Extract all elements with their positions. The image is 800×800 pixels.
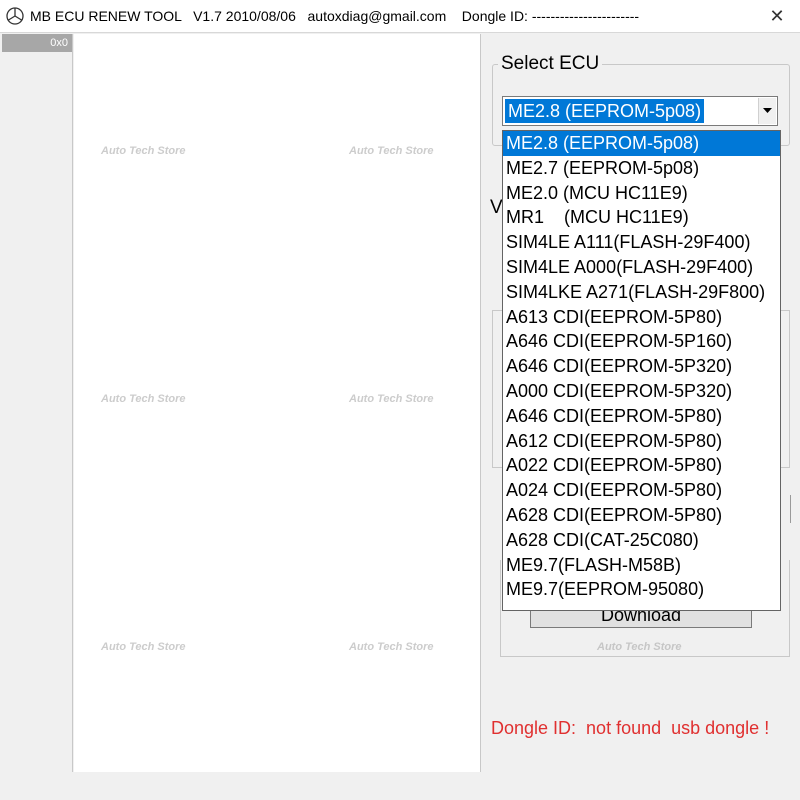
mercedes-star-icon — [6, 7, 24, 25]
ecu-option[interactable]: A000 CDI(EEPROM-5P320) — [503, 379, 780, 404]
ecu-option[interactable]: SIM4LE A000(FLASH-29F400) — [503, 255, 780, 280]
ecu-option[interactable]: A646 CDI(EEPROM-5P160) — [503, 329, 780, 354]
address-column: 0x0 — [2, 34, 73, 772]
ecu-option[interactable]: A612 CDI(EEPROM-5P80) — [503, 429, 780, 454]
ecu-option[interactable]: A628 CDI(EEPROM-5P80) — [503, 503, 780, 528]
side-control-edge — [780, 495, 791, 523]
dongle-status: Dongle ID: not found usb dongle ! — [491, 718, 770, 738]
ecu-option[interactable]: SIM4LKE A271(FLASH-29F800) — [503, 280, 780, 305]
watermark: Auto Tech Store — [349, 145, 434, 157]
ecu-option[interactable]: A646 CDI(EEPROM-5P80) — [503, 404, 780, 429]
close-icon: ✕ — [769, 5, 785, 26]
ecu-option[interactable]: ME2.8 (EEPROM-5p08) — [503, 131, 780, 156]
ecu-option[interactable]: ME2.0 (MCU HC11E9) — [503, 181, 780, 206]
ecu-option[interactable]: A628 CDI(CAT-25C080) — [503, 528, 780, 553]
ecu-option[interactable]: MR1 (MCU HC11E9) — [503, 205, 780, 230]
ecu-option[interactable]: ME9.7(FLASH-M58B) — [503, 553, 780, 578]
watermark: Auto Tech Store — [101, 641, 186, 653]
watermark: Auto Tech Store — [349, 641, 434, 653]
ecu-option[interactable]: A613 CDI(EEPROM-5P80) — [503, 305, 780, 330]
close-button[interactable]: ✕ — [754, 0, 800, 32]
chevron-down-icon[interactable] — [758, 98, 776, 124]
ecu-select[interactable]: ME2.8 (EEPROM-5p08) — [502, 96, 778, 126]
ecu-dropdown-list[interactable]: ME2.8 (EEPROM-5p08) ME2.7 (EEPROM-5p08) ME… — [502, 130, 781, 611]
ecu-option[interactable]: ME2.7 (EEPROM-5p08) — [503, 156, 780, 181]
ecu-option[interactable]: ME9.7(EEPROM-95080) — [503, 577, 780, 602]
watermark: Auto Tech Store — [349, 393, 434, 405]
partial-label: V — [490, 197, 503, 218]
select-ecu-label: Select ECU — [498, 53, 603, 75]
ecu-option[interactable]: A022 CDI(EEPROM-5P80) — [503, 453, 780, 478]
window-title: MB ECU RENEW TOOL V1.7 2010/08/06 autoxd… — [30, 8, 640, 24]
ecu-option[interactable]: SIM4LE A111(FLASH-29F400) — [503, 230, 780, 255]
watermark: Auto Tech Store — [101, 393, 186, 405]
address-cell: 0x0 — [2, 34, 72, 52]
watermark: Auto Tech Store — [101, 145, 186, 157]
ecu-select-value: ME2.8 (EEPROM-5p08) — [505, 99, 705, 123]
ecu-option[interactable]: A646 CDI(EEPROM-5P320) — [503, 354, 780, 379]
title-bar: MB ECU RENEW TOOL V1.7 2010/08/06 autoxd… — [0, 0, 800, 33]
ecu-option[interactable]: A024 CDI(EEPROM-5P80) — [503, 478, 780, 503]
